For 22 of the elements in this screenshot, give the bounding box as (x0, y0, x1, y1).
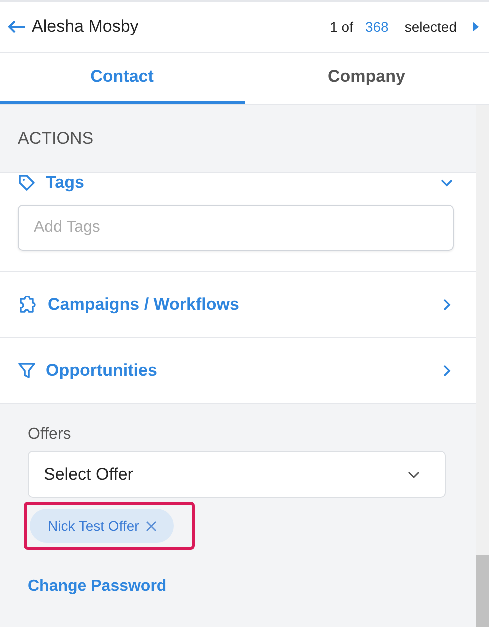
next-arrow-icon[interactable] (473, 22, 479, 32)
offer-select[interactable]: Select Offer (28, 451, 446, 498)
close-icon[interactable] (146, 520, 158, 532)
scrollbar[interactable] (476, 105, 489, 627)
tab[interactable]: Company (244, 53, 489, 104)
section-title[interactable]: Campaigns / Workflows (48, 294, 240, 314)
tag-icon (18, 174, 36, 192)
count-prefix: 1 of (330, 19, 354, 35)
filter-icon (18, 362, 36, 380)
puzzle-icon (18, 296, 38, 314)
contact-name: Alesha Mosby (32, 17, 139, 37)
tags-input-field[interactable]: Add Tags (18, 205, 454, 251)
selected-label: selected (404, 19, 457, 35)
change-password-link[interactable]: Change Password (28, 578, 167, 596)
section-heading: ACTIONS (18, 128, 94, 148)
offers-label: Offers (28, 426, 72, 444)
section-title[interactable]: Tags (46, 173, 84, 193)
total-count[interactable]: 368 (365, 19, 389, 35)
scrollbar-thumb[interactable] (476, 555, 489, 627)
chip-label: Nick Test Offer (48, 518, 140, 534)
section-title[interactable]: Opportunities (46, 360, 158, 380)
back-arrow-icon[interactable] (8, 20, 26, 34)
